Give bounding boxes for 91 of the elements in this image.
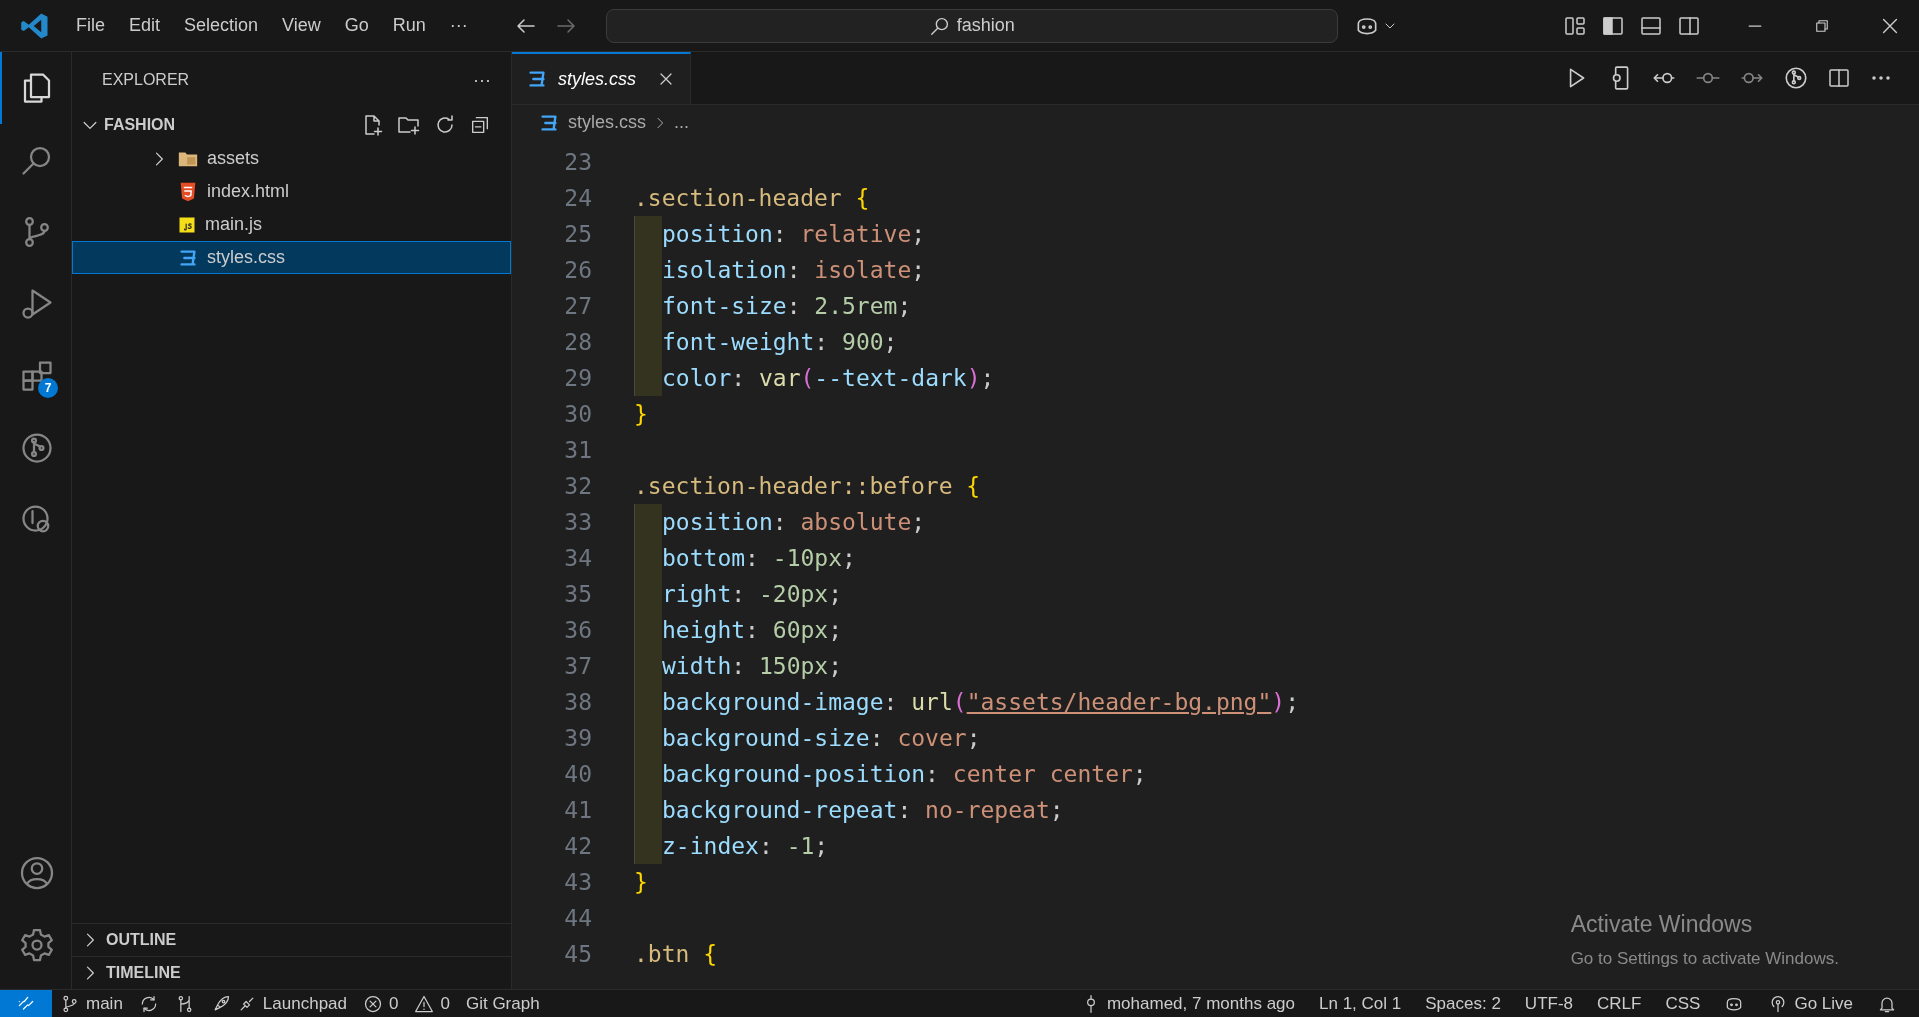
status-item[interactable]: 0 <box>355 990 407 1017</box>
code-line: .section-header { <box>634 183 870 213</box>
line-number: 37 <box>563 651 592 681</box>
menu-item[interactable]: Go <box>332 8 381 43</box>
code-line: font-weight: 900; <box>662 327 898 357</box>
status-item[interactable]: Launchpad <box>202 990 355 1017</box>
activation-title: Activate Windows <box>1570 910 1754 939</box>
remote-button[interactable] <box>0 990 52 1017</box>
status-item[interactable]: main <box>52 990 131 1017</box>
line-number: 44 <box>563 903 592 933</box>
line-number: 23 <box>563 147 592 177</box>
badge: 7 <box>38 378 58 398</box>
graph-icon[interactable] <box>1783 65 1809 91</box>
code-line: isolation: isolate; <box>662 255 926 285</box>
line-number: 31 <box>563 435 592 465</box>
code-line: bottom: -10px; <box>662 543 856 573</box>
menu-item[interactable]: File <box>64 8 117 43</box>
code-line: position: absolute; <box>662 507 926 537</box>
code-line: color: var(--text-dark); <box>662 363 995 393</box>
tree-root[interactable]: FASHION <box>72 108 511 142</box>
search-field[interactable]: fashion <box>605 8 1338 43</box>
run-debug-icon <box>19 286 55 322</box>
account-icon <box>19 855 55 891</box>
code-line: .section-header::before { <box>634 471 981 501</box>
file-tree-item[interactable]: assets <box>72 142 511 175</box>
line-number: 32 <box>563 471 592 501</box>
line-number: 29 <box>563 363 592 393</box>
code-line: height: 60px; <box>662 615 843 645</box>
code-line: background-position: center center; <box>662 759 1147 789</box>
warning-icon <box>414 993 435 1014</box>
branch-icon <box>60 993 80 1014</box>
line-number: 26 <box>563 255 592 285</box>
line-number: 42 <box>563 831 592 861</box>
menu-item[interactable]: Run <box>380 8 438 43</box>
line-number: 35 <box>563 579 592 609</box>
activation-text: Go to Settings to activate Windows. <box>1570 947 1839 970</box>
line-number: 39 <box>563 723 592 753</box>
more-button[interactable]: ··· <box>473 66 491 94</box>
line-number: 28 <box>563 327 592 357</box>
menu-item[interactable]: Edit <box>117 8 173 43</box>
line-number: 34 <box>563 543 592 573</box>
code-line: background-repeat: no-repeat; <box>662 795 1064 825</box>
collapse-all-icon[interactable] <box>469 114 491 136</box>
css-file-icon <box>526 68 548 90</box>
graph-icon <box>19 430 55 466</box>
status-item[interactable]: Git Graph <box>457 990 548 1017</box>
status-item[interactable]: Go Live <box>1760 990 1861 1017</box>
editor-tab[interactable]: styles.css <box>512 52 691 104</box>
status-item[interactable]: UTF-8 <box>1516 990 1582 1017</box>
line-number: 33 <box>563 507 592 537</box>
error-icon <box>363 993 383 1014</box>
section-header[interactable]: OUTLINE <box>72 923 511 956</box>
menu-item[interactable]: Selection <box>172 8 271 43</box>
status-item[interactable]: 0 <box>406 990 458 1017</box>
code-line: right: -20px; <box>662 579 843 609</box>
menu-item[interactable]: ··· <box>437 8 480 43</box>
code-line: } <box>634 399 648 429</box>
code-line: } <box>634 867 648 897</box>
code-line: background-image: url("assets/header-bg.png"); <box>662 687 1300 717</box>
line-number: 27 <box>563 291 592 321</box>
sidebar-title: EXPLORER <box>102 70 190 90</box>
code-line: z-index: -1; <box>662 831 829 861</box>
breadcrumb-item[interactable]: ... <box>674 109 690 136</box>
line-number: 38 <box>563 687 592 717</box>
code-line: width: 150px; <box>662 651 843 681</box>
line-number: 40 <box>563 759 592 789</box>
extensions-icon <box>19 358 55 394</box>
code-line: .btn { <box>634 939 718 969</box>
split-editor-icon[interactable] <box>1827 66 1851 90</box>
code-line: font-size: 2.5rem; <box>662 291 912 321</box>
file-tree-item[interactable]: main.js <box>72 208 511 241</box>
line-number: 30 <box>563 399 592 429</box>
activity-extensions-button[interactable]: 7 <box>0 340 72 412</box>
status-item[interactable]: Spaces: 2 <box>1417 990 1509 1017</box>
line-number: 25 <box>563 219 592 249</box>
file-tree-item[interactable]: styles.css <box>72 241 511 274</box>
settings-icon <box>19 927 55 963</box>
status-item[interactable]: mohamed, 7 months ago <box>1072 990 1303 1017</box>
menu-item[interactable]: View <box>270 8 333 43</box>
breadcrumb-item[interactable]: styles.css <box>538 109 646 136</box>
status-item[interactable]: CSS <box>1657 990 1709 1017</box>
line-number: 36 <box>563 615 592 645</box>
line-number: 41 <box>563 795 592 825</box>
status-item[interactable]: Ln 1, Col 1 <box>1311 990 1410 1017</box>
line-number: 24 <box>563 183 592 213</box>
code-line: position: relative; <box>662 219 926 249</box>
status-item[interactable]: CRLF <box>1589 990 1650 1017</box>
file-tree-item[interactable]: index.html <box>72 175 511 208</box>
code-line: background-size: cover; <box>662 723 981 753</box>
line-number: 45 <box>563 939 592 969</box>
line-number: 43 <box>563 867 592 897</box>
